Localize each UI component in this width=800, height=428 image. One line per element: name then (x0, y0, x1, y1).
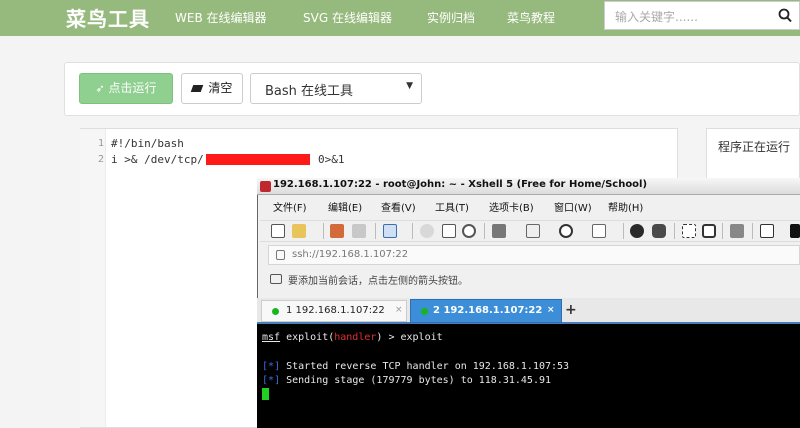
lock-icon[interactable] (702, 224, 716, 238)
menu-edit[interactable]: 编辑(E) (328, 199, 362, 214)
terminal-message: Sending stage (179779 bytes) to 118.31.4… (280, 375, 552, 386)
print-icon[interactable] (492, 224, 506, 238)
font-icon[interactable] (592, 224, 606, 238)
xshell-app-icon (260, 181, 271, 192)
toolbar-separator (412, 223, 413, 239)
language-select[interactable]: Bash 在线工具 ▼ (250, 73, 422, 104)
connected-status-icon (421, 308, 428, 315)
toolbar-separator (623, 223, 624, 239)
toolbar-separator (722, 223, 723, 239)
menu-window[interactable]: 窗口(W) (554, 199, 592, 214)
arrow-icon[interactable] (270, 274, 282, 284)
terminal-line-3: [*] Sending stage (179779 bytes) to 118.… (262, 375, 551, 386)
help-icon[interactable] (790, 224, 800, 238)
prompt-prefix: exploit( (280, 332, 335, 343)
search-input[interactable]: 输入关键字...... (604, 1, 772, 30)
terminal-message: Started reverse TCP handler on 192.168.1… (280, 361, 570, 372)
nav-link-svg-editor[interactable]: SVG 在线编辑器 (303, 9, 392, 26)
clear-button-label: 清空 (208, 81, 233, 95)
dropdown-caret-icon: ▼ (406, 81, 413, 91)
find-icon[interactable] (462, 224, 476, 238)
reconnect-icon[interactable] (330, 224, 344, 238)
fullscreen-icon[interactable] (682, 224, 696, 238)
script-icon[interactable] (526, 224, 540, 238)
clear-button[interactable]: 清空 (181, 73, 243, 104)
compose-icon[interactable] (652, 224, 666, 238)
terminal-cursor (262, 388, 269, 400)
toolbar-separator (484, 223, 485, 239)
xftp-icon[interactable] (630, 224, 644, 238)
send-icon: ➶ (95, 82, 105, 95)
tab-session-2[interactable]: 2 192.168.1.107:22 × (410, 299, 562, 323)
nav-link-tutorial[interactable]: 菜鸟教程 (507, 9, 555, 26)
site-logo[interactable]: 菜鸟工具 (66, 3, 150, 32)
code-line-2-start[interactable]: i >& /dev/tcp/ (111, 153, 204, 166)
menu-tools[interactable]: 工具(T) (435, 199, 469, 214)
language-select-value: Bash 在线工具 (265, 84, 354, 99)
connected-status-icon (272, 308, 279, 315)
xshell-title: 192.168.1.107:22 - root@John: ~ - Xshell… (273, 179, 648, 190)
close-tab-icon[interactable]: × (547, 305, 555, 315)
terminal-line-1: msf exploit(handler) > exploit (262, 332, 443, 343)
msf-prompt: msf (262, 332, 281, 343)
add-tab-button[interactable]: + (565, 302, 577, 318)
address-text: ssh://192.168.1.107:22 (292, 249, 409, 260)
menu-file[interactable]: 文件(F) (273, 199, 307, 214)
copy-icon[interactable] (442, 224, 456, 238)
nav-link-examples[interactable]: 实例归档 (427, 9, 475, 26)
menu-view[interactable]: 查看(V) (381, 199, 416, 214)
run-button[interactable]: ➶ 点击运行 (79, 73, 173, 104)
redaction-bar (206, 154, 310, 165)
nav-link-web-editor[interactable]: WEB 在线编辑器 (175, 9, 267, 26)
module-name: handler (334, 332, 377, 343)
search-button[interactable] (771, 1, 800, 30)
menu-help[interactable]: 帮助(H) (608, 199, 643, 214)
editor-gutter (80, 129, 106, 427)
line-number: 1 (97, 138, 104, 149)
toolbar-separator (674, 223, 675, 239)
toolbar-separator (752, 223, 753, 239)
line-number: 2 (97, 154, 104, 165)
disconnect-icon[interactable] (352, 224, 366, 238)
keyboard-icon[interactable] (730, 224, 744, 238)
prompt-suffix: ) > exploit (376, 332, 443, 343)
runner-toolbar-card (64, 62, 800, 116)
lock-icon (276, 250, 285, 260)
globe-icon[interactable] (559, 224, 573, 238)
result-status: 程序正在运行 (718, 140, 791, 154)
search-icon (778, 8, 792, 23)
toolbar-separator (323, 223, 324, 239)
toolbar-separator (375, 223, 376, 239)
eraser-icon (190, 85, 203, 92)
tab-session-1[interactable]: 1 192.168.1.107:22 × (261, 300, 407, 322)
menu-tabs[interactable]: 选项卡(B) (489, 199, 534, 214)
session-hint: 要添加当前会话，点击左侧的箭头按钮。 (288, 276, 468, 287)
properties-icon[interactable] (383, 224, 397, 238)
open-folder-icon[interactable] (292, 224, 306, 238)
close-tab-icon[interactable]: × (395, 305, 403, 315)
new-session-icon[interactable] (271, 224, 285, 238)
transfer-icon[interactable] (420, 224, 434, 238)
code-line-1[interactable]: #!/bin/bash (111, 137, 184, 150)
code-line-2-end[interactable]: 0>&1 (318, 153, 345, 166)
run-button-label: 点击运行 (108, 81, 157, 95)
terminal-line-2: [*] Started reverse TCP handler on 192.1… (262, 361, 569, 372)
tab-label: 2 192.168.1.107:22 (433, 305, 543, 316)
new-tab-icon[interactable] (760, 224, 774, 238)
tab-label: 1 192.168.1.107:22 (286, 305, 385, 316)
